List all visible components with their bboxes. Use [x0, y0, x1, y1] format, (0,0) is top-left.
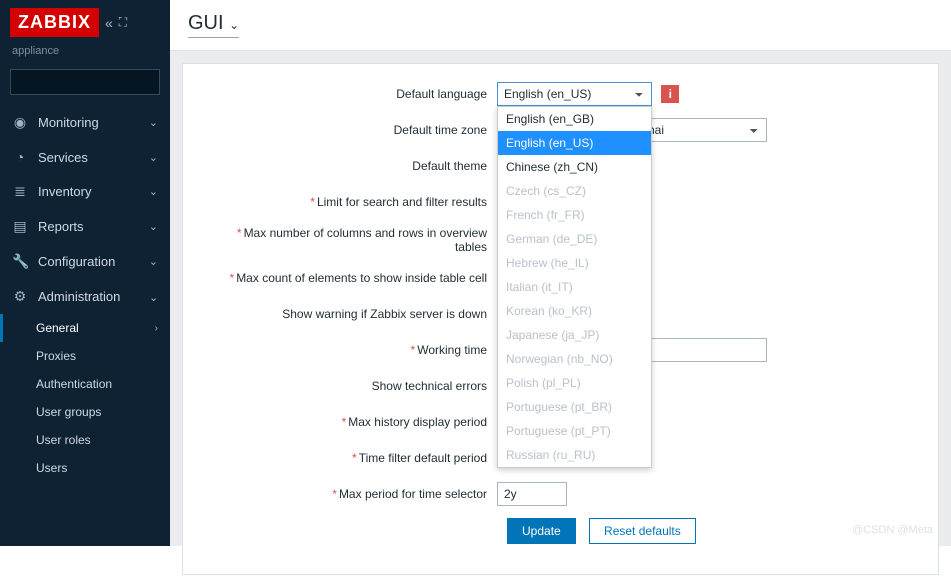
main: GUI ⌄ Default language English (en_US) i… — [170, 0, 951, 546]
chart-icon: ▤ — [12, 218, 28, 235]
language-option: Norwegian (nb_NO) — [498, 347, 651, 371]
language-option: Hebrew (he_IL) — [498, 251, 651, 275]
search-box[interactable]: 🔍 — [10, 69, 160, 95]
sub-general[interactable]: General › — [0, 314, 170, 342]
default-language-select[interactable]: English (en_US) — [497, 82, 652, 106]
nav-administration[interactable]: ⚙ Administration ⌃ — [0, 279, 170, 314]
update-button[interactable]: Update — [507, 518, 576, 544]
wrench-icon: 🔧 — [12, 253, 28, 270]
sub-label: Proxies — [36, 349, 76, 363]
language-option: Portuguese (pt_PT) — [498, 419, 651, 443]
eye-icon: ◉ — [12, 114, 28, 131]
ctrl-default-language: English (en_US) i English (en_GB)English… — [497, 82, 679, 106]
sub-label: User groups — [36, 405, 101, 419]
sub-user-roles[interactable]: User roles — [0, 426, 170, 454]
content: Default language English (en_US) i Engli… — [170, 51, 951, 587]
label-working-time: *Working time — [207, 343, 497, 357]
fullscreen-icon[interactable]: ⛶ — [119, 15, 127, 30]
language-option[interactable]: English (en_GB) — [498, 107, 651, 131]
gear-icon: ⚙ — [12, 288, 28, 305]
sub-users[interactable]: Users — [0, 454, 170, 482]
label-default-language: Default language — [207, 87, 497, 101]
nav-inventory[interactable]: ≣ Inventory ⌄ — [0, 174, 170, 209]
nav-label: Services — [38, 150, 88, 165]
language-option: Japanese (ja_JP) — [498, 323, 651, 347]
nav-label: Configuration — [38, 254, 115, 269]
reset-defaults-button[interactable]: Reset defaults — [589, 518, 696, 544]
sidebar: ZABBIX « ⛶ appliance 🔍 ◉ Monitoring ⌄ ◔ … — [0, 0, 170, 546]
label-history-period: *Max history display period — [207, 415, 497, 429]
sub-proxies[interactable]: Proxies — [0, 342, 170, 370]
language-dropdown[interactable]: English (en_GB)English (en_US)Chinese (z… — [497, 106, 652, 468]
language-option: Portuguese (pt_BR) — [498, 395, 651, 419]
chevron-down-icon: ⌄ — [149, 116, 158, 129]
language-option: French (fr_FR) — [498, 203, 651, 227]
logo-row: ZABBIX « ⛶ — [0, 0, 170, 45]
label-default-theme: Default theme — [207, 159, 497, 173]
search-input[interactable] — [17, 75, 194, 90]
label-max-period: *Max period for time selector — [207, 487, 497, 501]
label-server-warn: Show warning if Zabbix server is down — [207, 307, 497, 321]
label-overview-max: *Max number of columns and rows in overv… — [207, 226, 497, 254]
chevron-down-icon: ⌄ — [149, 255, 158, 268]
list-icon: ≣ — [12, 183, 28, 200]
watermark: @CSDN @Meta — [852, 524, 933, 536]
appliance-label: appliance — [0, 45, 170, 65]
page-title-dropdown[interactable]: GUI ⌄ — [188, 12, 239, 38]
logo: ZABBIX — [10, 8, 99, 37]
sub-authentication[interactable]: Authentication — [0, 370, 170, 398]
warning-icon[interactable]: i — [661, 85, 679, 103]
sub-label: User roles — [36, 433, 91, 447]
stopwatch-icon: ◔ — [12, 149, 28, 165]
label-filter-period: *Time filter default period — [207, 451, 497, 465]
chevron-down-icon: ⌄ — [149, 220, 158, 233]
language-option: German (de_DE) — [498, 227, 651, 251]
language-option[interactable]: English (en_US) — [498, 131, 651, 155]
max-period-input[interactable] — [497, 482, 567, 506]
nav-label: Reports — [38, 219, 84, 234]
sub-user-groups[interactable]: User groups — [0, 398, 170, 426]
language-option: Czech (cs_CZ) — [498, 179, 651, 203]
sub-label: Authentication — [36, 377, 112, 391]
language-option: Polish (pl_PL) — [498, 371, 651, 395]
sub-label: Users — [36, 461, 67, 475]
chevron-down-icon: ⌄ — [229, 18, 239, 32]
page-title-text: GUI — [188, 12, 224, 34]
sub-label: General — [36, 321, 79, 335]
label-cell-max: *Max count of elements to show inside ta… — [207, 271, 497, 285]
nav-services[interactable]: ◔ Services ⌄ — [0, 140, 170, 174]
label-search-limit: *Limit for search and filter results — [207, 195, 497, 209]
language-option: Russian (ru_RU) — [498, 443, 651, 467]
language-option: Korean (ko_KR) — [498, 299, 651, 323]
nav-label: Inventory — [38, 184, 91, 199]
collapse-icon[interactable]: « — [105, 15, 113, 31]
nav-monitoring[interactable]: ◉ Monitoring ⌄ — [0, 105, 170, 140]
nav-reports[interactable]: ▤ Reports ⌄ — [0, 209, 170, 244]
chevron-down-icon: ⌄ — [149, 151, 158, 164]
nav-configuration[interactable]: 🔧 Configuration ⌄ — [0, 244, 170, 279]
page-header: GUI ⌄ — [170, 0, 951, 51]
chevron-down-icon: ⌄ — [149, 185, 158, 198]
form-card: Default language English (en_US) i Engli… — [182, 63, 939, 575]
nav-label: Administration — [38, 289, 120, 304]
language-option: Italian (it_IT) — [498, 275, 651, 299]
label-tech-errors: Show technical errors — [207, 379, 497, 393]
chevron-right-icon: › — [155, 323, 158, 334]
language-option[interactable]: Chinese (zh_CN) — [498, 155, 651, 179]
nav-label: Monitoring — [38, 115, 99, 130]
chevron-up-icon: ⌃ — [149, 290, 158, 303]
label-default-tz: Default time zone — [207, 123, 497, 137]
